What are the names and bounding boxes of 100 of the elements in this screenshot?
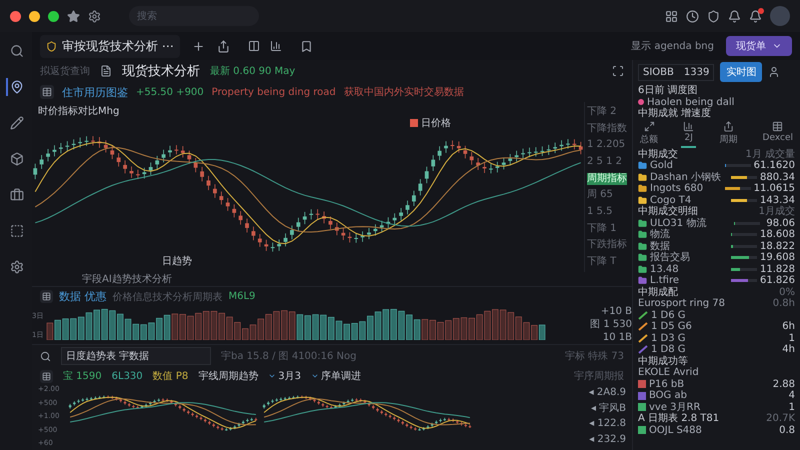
item-value: 11.828 [760, 264, 795, 275]
chart-legend: 时价指标对比Mhg [38, 104, 120, 118]
columns-icon[interactable] [248, 40, 260, 52]
item-name: 1 D6 G [651, 310, 687, 321]
description-text: 获取中国内外实时交易数据 [344, 86, 464, 99]
document-icon [100, 65, 112, 77]
settings-icon[interactable] [88, 10, 101, 22]
status-text: 显示 agenda bng [631, 40, 714, 53]
minimize-icon[interactable] [29, 10, 40, 22]
table-icon [40, 370, 53, 382]
item-name: Cogo T4 [650, 194, 692, 206]
user-icon[interactable] [768, 66, 780, 78]
item-name: 1 D8 G [651, 344, 687, 356]
price-label: ◂ 232.9 [589, 434, 626, 446]
item-value: 18.608 [760, 229, 795, 240]
table-icon [772, 120, 784, 132]
axis-label: 图 1 530 [590, 318, 632, 331]
axis-label: 10 1B [602, 332, 632, 344]
item-name: Dashan 小钢铁 [650, 172, 722, 183]
tool-tab[interactable]: 周期 [717, 120, 740, 148]
side-title: 宇序周期报 [574, 370, 624, 383]
legend-text: 6L330 [112, 370, 143, 382]
item-name: L.tfire [650, 275, 680, 286]
item-value: 143.34 [760, 194, 795, 206]
chevron-down-icon [310, 372, 319, 380]
section-subtitle: EKOLE Avrid [638, 367, 700, 378]
section-value: 0.8h [772, 298, 795, 310]
section-title: 中期成就 增速度 [638, 108, 712, 120]
clock-icon[interactable] [686, 10, 699, 22]
item-name: 1 D3 G [651, 332, 687, 344]
period-text: 宇线周期趋势 [198, 370, 258, 383]
bar-chart-icon[interactable] [270, 40, 282, 52]
expand-icon [644, 120, 654, 132]
tool-tab[interactable]: 2J [681, 120, 696, 148]
section-value: 1月成交 [758, 206, 795, 218]
item-value: 0.8 [778, 424, 795, 436]
section-value: 0% [779, 286, 795, 298]
quote-text: 最新 0.60 90 May [210, 64, 296, 78]
share-icon [722, 120, 734, 132]
axis-label: +10 B [600, 306, 632, 318]
axis-label: 下降指数 [587, 122, 627, 135]
item-name: Ingots 680 [650, 183, 704, 194]
tool-tab[interactable]: Dexcel [760, 120, 795, 148]
share-icon[interactable] [216, 40, 230, 52]
item-value: 11.0615 [754, 183, 795, 194]
item-name: 数据 [650, 240, 671, 252]
panel-subheading: 价格信息技术分析周期表 [112, 290, 222, 304]
grid-icon[interactable] [665, 10, 678, 22]
item-value: 98.06 [765, 218, 795, 229]
section-title: 中期成交 [638, 148, 678, 160]
section-value: 20.7K [766, 413, 795, 424]
table-icon [40, 290, 53, 303]
axis-label: 1 5.5 [587, 206, 612, 218]
star-icon[interactable] [67, 10, 80, 22]
table-icon [40, 85, 54, 99]
section-title: 中期成功等 [638, 356, 688, 367]
item-name: vve 3月RR [649, 402, 702, 412]
maximize-icon[interactable] [48, 10, 59, 22]
shield-icon [46, 40, 57, 52]
item-name: BOG ab [649, 390, 688, 402]
extra-text: 宇标 特殊 73 [564, 350, 624, 363]
item-value: 880.34 [760, 172, 795, 183]
item-name: 1 D5 G6 [651, 321, 693, 332]
tool-tab[interactable]: 总额 [638, 120, 660, 148]
value-tab[interactable]: SIOBB 1339 [638, 64, 714, 80]
marker-icon [410, 119, 418, 127]
panel-caption: 宇段AI趋势技术分析 [81, 272, 173, 286]
current-price-label: 周期指标 [587, 172, 627, 185]
section-title: 中期成配 [638, 286, 678, 298]
fullscreen-icon[interactable] [612, 65, 624, 77]
alert-dot [638, 99, 644, 106]
panel-title: 6日前 调度图 [638, 85, 698, 96]
item-value: 2.88 [772, 378, 795, 390]
item-name: ULO31 物流 [650, 218, 708, 228]
realtime-button[interactable]: 实时图 [720, 62, 762, 82]
order-button[interactable]: 现货单 [726, 36, 792, 56]
axis-label: 下降 1 [587, 222, 617, 235]
item-name: OOJL S488 [649, 424, 703, 436]
document-tab[interactable]: 审按现货技术分析 ⋯ [40, 34, 180, 58]
chevron-down-icon [268, 372, 276, 380]
item-value: 61.826 [760, 275, 795, 286]
item-name: 13.48 [650, 264, 680, 275]
price-label: ◂ 宇风B [590, 402, 626, 415]
price-label: ◂ 122.8 [589, 418, 626, 430]
symbol-name: 住市用历图鉴 [62, 84, 128, 100]
bookmark-icon[interactable] [300, 40, 313, 52]
panel-value: M6L9 [228, 291, 256, 302]
filter-dropdown[interactable]: 序单调进 [310, 369, 361, 383]
item-value: 4 [788, 390, 795, 402]
search-icon [40, 350, 51, 362]
shield-icon[interactable] [707, 10, 720, 22]
filter-dropdown[interactable]: 3月3 [268, 369, 301, 383]
bell-icon[interactable] [728, 10, 741, 22]
close-icon[interactable] [10, 10, 21, 22]
axis-label: 下跌指标 [587, 239, 627, 252]
axis-label: 2 5 1 2 [587, 156, 622, 168]
notifications-icon[interactable] [749, 10, 762, 22]
item-value: 1 [788, 402, 795, 413]
add-icon[interactable] [192, 40, 205, 52]
search-field[interactable]: 日度趋势表 宇数据 [61, 347, 211, 365]
